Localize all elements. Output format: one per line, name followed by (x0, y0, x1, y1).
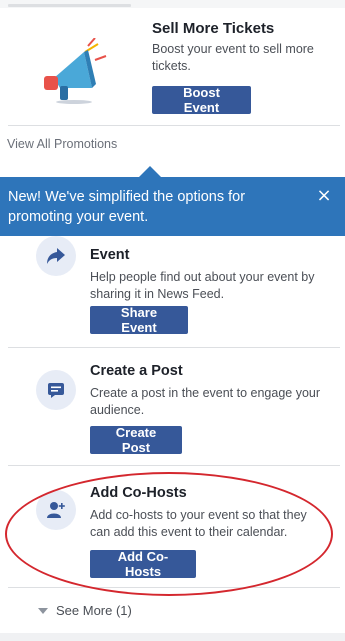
close-icon[interactable]: × (315, 187, 333, 205)
list-item-add-co-hosts: Add Co-Hosts Add co-hosts to your event … (0, 466, 340, 588)
promo-description: Boost your event to sell more tickets. (152, 42, 314, 73)
create-post-button[interactable]: Create Post (90, 425, 182, 455)
tooltip-arrow (139, 166, 161, 177)
item-description: Help people find out about your event by… (90, 270, 315, 301)
promo-card: Sell More Tickets Boost your event to se… (0, 8, 340, 126)
share-event-button[interactable]: Share Event (90, 305, 188, 335)
item-title: Add Co-Hosts (90, 485, 187, 501)
tab-underline (8, 4, 131, 7)
promo-title: Sell More Tickets (152, 20, 275, 37)
share-arrow-icon (36, 236, 76, 276)
post-icon (36, 370, 76, 410)
item-title: Event (90, 247, 130, 263)
boost-event-button[interactable]: Boost Event (152, 85, 251, 115)
see-more-label: See More (1) (56, 603, 132, 618)
top-tab-strip (0, 0, 345, 8)
new-options-tooltip: New! We've simplified the options for pr… (0, 177, 345, 236)
list-item-create-post: Create a Post Create a post in the event… (0, 348, 340, 466)
divider (8, 587, 340, 588)
add-co-hosts-button[interactable]: Add Co-Hosts (90, 549, 196, 579)
tooltip-text: New! We've simplified the options for pr… (8, 189, 246, 225)
add-person-icon (36, 490, 76, 530)
view-all-promotions-link[interactable]: View All Promotions (7, 137, 117, 151)
list-item-share-event: Event Help people find out about your ev… (0, 236, 340, 348)
item-description: Create a post in the event to engage you… (90, 386, 321, 417)
caret-down-icon (38, 607, 48, 614)
event-promotions-panel: Sell More Tickets Boost your event to se… (0, 0, 345, 641)
divider (8, 125, 340, 126)
item-title: Create a Post (90, 363, 183, 379)
bottom-strip (0, 633, 345, 641)
item-description: Add co-hosts to your event so that they … (90, 508, 307, 539)
megaphone-icon (44, 38, 107, 104)
see-more-link[interactable]: See More (1) (38, 603, 132, 618)
